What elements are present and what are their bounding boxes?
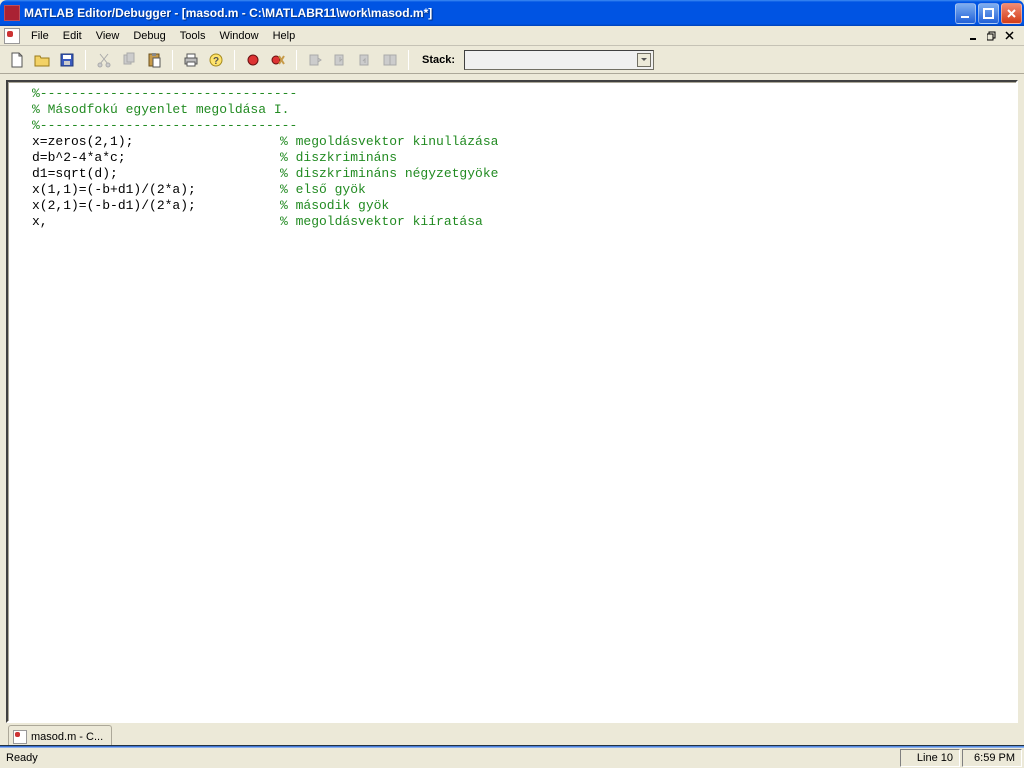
window-title: MATLAB Editor/Debugger - [masod.m - C:\M…: [24, 6, 955, 20]
stack-combo[interactable]: [464, 50, 654, 70]
step-in-button[interactable]: [329, 49, 351, 71]
mdi-restore-button[interactable]: [984, 29, 1000, 43]
menu-view[interactable]: View: [89, 28, 127, 44]
stack-label: Stack:: [422, 54, 455, 66]
close-button[interactable]: [1001, 3, 1022, 24]
code-text: x=zeros(2,1);: [32, 134, 280, 150]
code-text: x(1,1)=(-b+d1)/(2*a);: [32, 182, 280, 198]
maximize-button[interactable]: [978, 3, 999, 24]
mdi-minimize-button[interactable]: [966, 29, 982, 43]
menu-debug[interactable]: Debug: [126, 28, 172, 44]
open-file-button[interactable]: [31, 49, 53, 71]
code-text: d1=sqrt(d);: [32, 166, 280, 182]
menu-file[interactable]: File: [24, 28, 56, 44]
toolbar: ? Stack:: [0, 46, 1024, 74]
menu-edit[interactable]: Edit: [56, 28, 89, 44]
title-bar: MATLAB Editor/Debugger - [masod.m - C:\M…: [0, 0, 1024, 26]
paste-button[interactable]: [143, 49, 165, 71]
document-tabs: masod.m - C...: [6, 723, 1018, 745]
code-comment: %---------------------------------: [32, 86, 297, 101]
svg-text:?: ?: [213, 56, 219, 67]
code-comment: % megoldásvektor kiíratása: [280, 214, 483, 229]
clear-breakpoints-button[interactable]: [267, 49, 289, 71]
status-line: Line 10: [900, 749, 960, 767]
code-text: d=b^2-4*a*c;: [32, 150, 280, 166]
status-bar: Ready Line 10 6:59 PM: [0, 745, 1024, 768]
code-comment: % diszkrimináns négyzetgyöke: [280, 166, 498, 181]
tab-masod[interactable]: masod.m - C...: [8, 725, 112, 745]
code-text: x(2,1)=(-b-d1)/(2*a);: [32, 198, 280, 214]
document-icon: [13, 730, 27, 744]
print-button[interactable]: [180, 49, 202, 71]
menu-help[interactable]: Help: [266, 28, 303, 44]
set-breakpoint-button[interactable]: [242, 49, 264, 71]
step-out-button[interactable]: [354, 49, 376, 71]
save-button[interactable]: [56, 49, 78, 71]
code-comment: % megoldásvektor kinullázása: [280, 134, 498, 149]
code-comment: % diszkrimináns: [280, 150, 397, 165]
code-comment: % első gyök: [280, 182, 366, 197]
status-ready: Ready: [0, 749, 44, 767]
code-text: x,: [32, 214, 280, 230]
copy-button[interactable]: [118, 49, 140, 71]
cut-button[interactable]: [93, 49, 115, 71]
menu-bar: File Edit View Debug Tools Window Help: [0, 26, 1024, 46]
status-time: 6:59 PM: [962, 749, 1022, 767]
continue-button[interactable]: [379, 49, 401, 71]
code-comment: % Másodfokú egyenlet megoldása I.: [32, 102, 289, 117]
code-editor[interactable]: %---------------------------------% Máso…: [6, 80, 1018, 723]
help-button[interactable]: ?: [205, 49, 227, 71]
code-comment: %---------------------------------: [32, 118, 297, 133]
minimize-button[interactable]: [955, 3, 976, 24]
menu-tools[interactable]: Tools: [173, 28, 213, 44]
client-area: %---------------------------------% Máso…: [0, 74, 1024, 745]
menu-window[interactable]: Window: [212, 28, 265, 44]
document-icon[interactable]: [4, 28, 20, 44]
app-icon: [4, 5, 20, 21]
chevron-down-icon: [637, 53, 651, 67]
mdi-close-button[interactable]: [1002, 29, 1018, 43]
tab-label: masod.m - C...: [31, 731, 103, 743]
new-file-button[interactable]: [6, 49, 28, 71]
step-button[interactable]: [304, 49, 326, 71]
code-comment: % második gyök: [280, 198, 389, 213]
